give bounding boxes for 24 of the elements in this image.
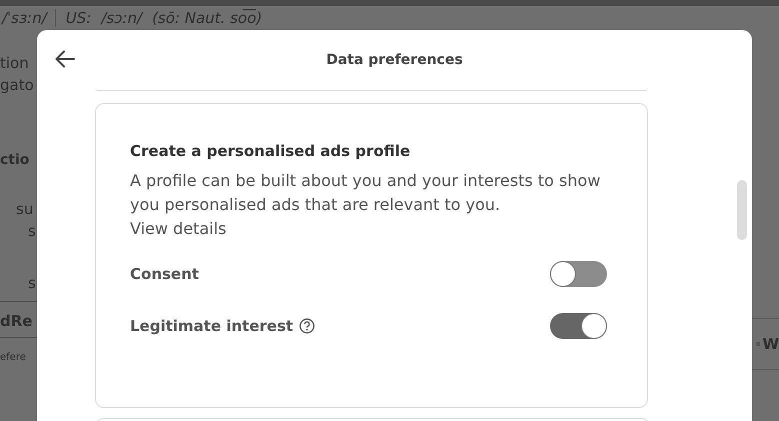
pronunciation-text: (sō: Naut. so͞o) <box>152 9 262 27</box>
page-text: s <box>28 222 36 240</box>
scrollbar-thumb[interactable] <box>737 180 747 240</box>
help-icon[interactable] <box>299 318 316 334</box>
page-text: tion <box>0 54 29 72</box>
page-text: gato <box>0 76 34 94</box>
option-label: Legitimate interest <box>130 317 294 335</box>
pronunciation-text: US: <box>66 9 92 27</box>
view-details-link[interactable]: View details <box>130 217 617 241</box>
back-arrow-icon[interactable] <box>55 50 75 68</box>
dialog-title: Data preferences <box>326 51 463 68</box>
toggle-switch[interactable] <box>550 313 607 339</box>
option-label: Consent <box>130 265 199 283</box>
pronunciation-text: /ˈsɜːn/ <box>2 9 56 27</box>
page-text: s <box>28 274 36 292</box>
page-text: efere <box>0 352 26 363</box>
card-heading: Create a personalised ads profile <box>130 142 412 160</box>
page-text: su <box>16 200 34 218</box>
toggle-switch[interactable] <box>550 261 607 287</box>
page-text: dRe <box>0 312 32 330</box>
card-description: A profile can be built about you and your interests to show you personalised ads that are relevant to you. <box>130 170 602 216</box>
page-text: ctio <box>0 152 30 168</box>
pronunciation-text: /sɔːn/ <box>101 9 142 27</box>
page-text: W <box>762 335 779 353</box>
